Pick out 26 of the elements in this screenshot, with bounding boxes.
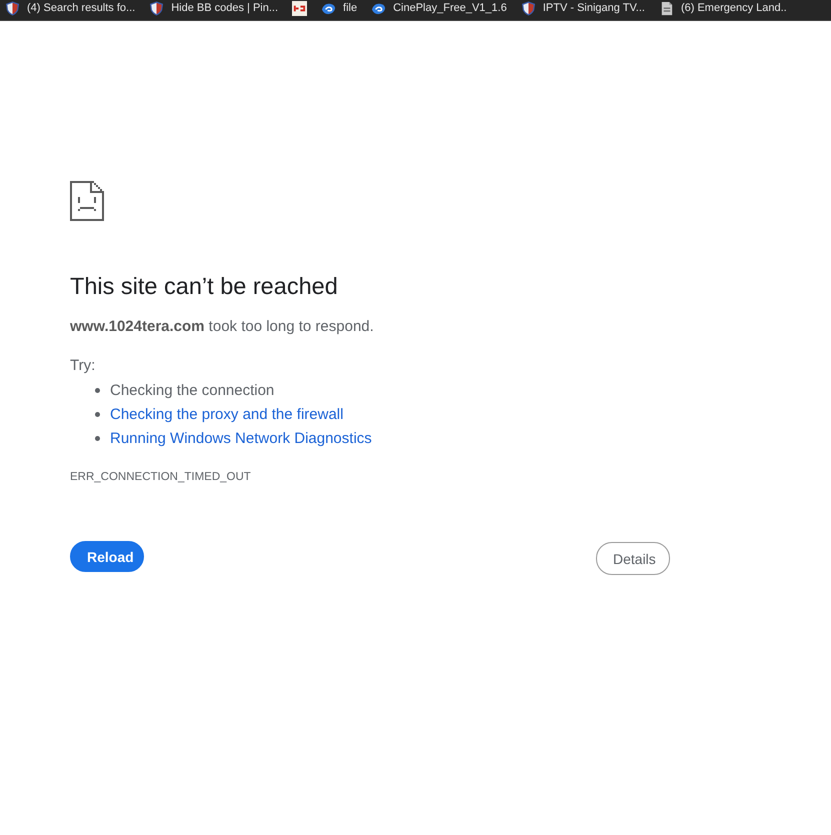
bookmark[interactable]: file bbox=[321, 1, 358, 16]
bookmark[interactable]: CinePlay_Free_V1_1.6 bbox=[371, 1, 507, 16]
bookmark[interactable]: (4) Search results fo... bbox=[5, 1, 136, 16]
suggestion-link[interactable]: Running Windows Network Diagnostics bbox=[110, 430, 372, 446]
bookmark[interactable]: IPTV - Sinigang TV... bbox=[520, 1, 645, 16]
try-label: Try: bbox=[70, 357, 96, 375]
bullet-icon bbox=[95, 436, 100, 440]
reload-button[interactable]: Reload bbox=[70, 541, 144, 572]
logo-tile-icon bbox=[292, 1, 308, 16]
shield-icon bbox=[520, 1, 536, 16]
shield-icon bbox=[149, 1, 164, 16]
bullet-icon bbox=[95, 412, 100, 416]
suggestion-link[interactable]: Checking the proxy and the firewall bbox=[110, 406, 344, 422]
error-title: This site can’t be reached bbox=[70, 272, 339, 300]
suggestion-text: Checking the connection bbox=[110, 382, 274, 398]
bullet-icon bbox=[95, 388, 100, 392]
bookmark[interactable]: Hide BB codes | Pin... bbox=[149, 1, 278, 16]
error-code: ERR_CONNECTION_TIMED_OUT bbox=[70, 470, 252, 484]
swirl-icon bbox=[371, 1, 386, 16]
sad-document-icon bbox=[70, 181, 104, 221]
bookmark[interactable]: (6) Emergency Land.. bbox=[658, 1, 787, 16]
shield-icon bbox=[5, 1, 20, 16]
bookmark[interactable] bbox=[292, 1, 308, 16]
details-button[interactable]: Details bbox=[596, 542, 670, 575]
swirl-icon bbox=[321, 1, 336, 16]
error-message: www.1024tera.com took too long to respond. bbox=[70, 318, 375, 336]
